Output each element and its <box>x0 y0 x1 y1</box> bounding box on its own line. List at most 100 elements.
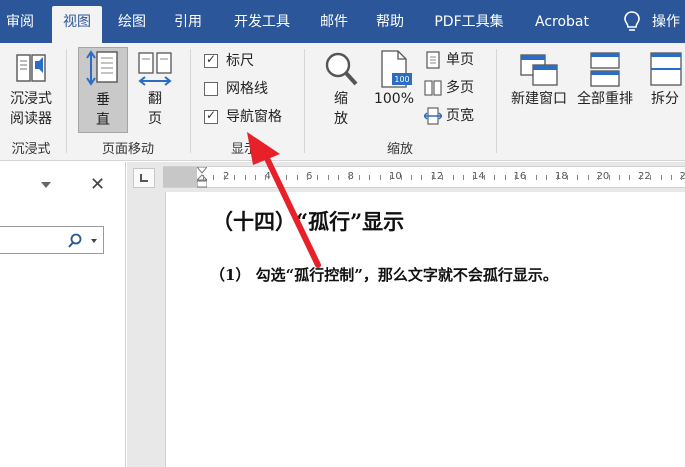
ruler-tick <box>390 175 392 180</box>
multiple-pages-button[interactable]: 多页 <box>424 77 484 99</box>
check-icon: ✓ <box>206 52 217 66</box>
horizontal-ruler[interactable]: 24681012141618202224 <box>163 166 685 188</box>
arrange-all-label: 全部重排 <box>577 91 633 107</box>
tab-mailings[interactable]: 邮件 <box>312 6 356 43</box>
vertical-button[interactable]: 垂 直 <box>78 47 128 133</box>
ruler-tick <box>598 175 600 180</box>
close-icon[interactable]: ✕ <box>90 176 105 194</box>
navigation-pane-checkbox-box[interactable]: ✓ <box>204 108 218 124</box>
ruler-tick <box>577 175 579 180</box>
new-window-label: 新建窗口 <box>511 91 567 107</box>
page-width-label: 页宽 <box>446 108 474 124</box>
ruler-tick <box>535 175 537 180</box>
ruler-tick <box>255 175 256 180</box>
pane-options-dropdown-icon[interactable] <box>40 180 52 190</box>
one-page-icon <box>426 51 440 69</box>
group-label-page-movement: 页面移动 <box>101 142 154 157</box>
split-button[interactable]: 拆分 <box>642 49 685 113</box>
one-page-button[interactable]: 单页 <box>424 49 484 71</box>
tab-draw[interactable]: 绘图 <box>112 6 152 43</box>
ruler-tick <box>275 175 277 180</box>
ribbon-view: 沉浸式 阅读器 沉浸式 垂 直 翻 页 页面移动 ✓ 标尺 网格线 ✓ 导航窗格… <box>0 43 685 161</box>
group-separator <box>66 49 67 153</box>
navigation-search-input[interactable] <box>0 226 104 254</box>
tab-review[interactable]: 审阅 <box>2 6 38 43</box>
vertical-label-1: 垂 <box>96 92 110 108</box>
document-paragraph: （1） 勾选“孤行控制”，那么文字就不会孤行显示。 <box>210 266 558 284</box>
tab-references[interactable]: 引用 <box>168 6 208 43</box>
tab-developer[interactable]: 开发工具 <box>224 6 300 43</box>
ruler-tick <box>421 175 423 180</box>
zoom-100-button[interactable]: 100 100% <box>368 49 420 113</box>
document-page[interactable]: （十四）“孤行”显示 （1） 勾选“孤行控制”，那么文字就不会孤行显示。 <box>165 192 685 467</box>
ruler-tick <box>639 175 641 180</box>
group-separator <box>190 49 191 153</box>
side-to-side-button[interactable]: 翻 页 <box>134 49 176 133</box>
ruler-tick <box>244 175 246 180</box>
ruler-tick <box>463 175 464 180</box>
zoom-100-label: 100% <box>373 91 415 107</box>
zoom-label-1: 缩 <box>334 91 348 107</box>
group-label-zoom: 缩放 <box>386 142 413 157</box>
new-window-button[interactable]: 新建窗口 <box>506 49 572 113</box>
ruler-tick <box>411 175 412 180</box>
ruler-tick <box>483 175 485 180</box>
arrange-all-icon <box>590 52 620 87</box>
immersive-reader-label-2: 阅读器 <box>10 111 52 127</box>
tab-view[interactable]: 视图 <box>52 6 102 43</box>
flip-page-label-2: 页 <box>148 111 162 127</box>
page-width-button[interactable]: 页宽 <box>424 105 484 127</box>
immersive-reader-label-1: 沉浸式 <box>10 91 52 107</box>
ruler-tick <box>379 175 381 180</box>
ruler-tick <box>587 175 589 180</box>
group-label-show: 显示 <box>230 142 257 157</box>
group-separator <box>304 49 305 153</box>
tell-me-label[interactable]: 操作 <box>652 6 685 43</box>
lightbulb-icon[interactable] <box>622 10 642 34</box>
ruler-tick <box>265 175 267 180</box>
ruler-tick <box>400 175 402 180</box>
group-separator <box>496 49 497 153</box>
tab-pdf-tools[interactable]: PDF工具集 <box>426 6 512 43</box>
ruler-tick <box>327 175 329 180</box>
split-icon <box>650 52 682 86</box>
ruler-tick <box>671 175 672 180</box>
navigation-pane-checkbox-label: 导航窗格 <box>226 109 282 125</box>
magnifier-icon <box>325 52 358 86</box>
tab-selector[interactable] <box>133 168 155 188</box>
tab-acrobat[interactable]: Acrobat <box>526 6 598 43</box>
ruler-tick <box>608 175 610 180</box>
ruler-tick <box>348 175 350 180</box>
tab-help[interactable]: 帮助 <box>368 6 412 43</box>
ruler-tick <box>494 175 496 180</box>
ribbon-tab-bar: 审阅 视图 绘图 引用 开发工具 邮件 帮助 PDF工具集 Acrobat 操作 <box>0 0 685 43</box>
ruler-tick <box>546 175 548 180</box>
ruler-tick <box>556 175 558 180</box>
ruler-tick <box>515 175 516 180</box>
ruler-left-margin <box>163 167 197 187</box>
gridlines-checkbox-box[interactable] <box>204 82 218 96</box>
indent-marker-icon[interactable] <box>197 167 207 189</box>
ruler-tick <box>504 175 506 180</box>
ruler-tick <box>307 175 308 180</box>
ruler-tick <box>203 175 204 180</box>
gridlines-checkbox-label: 网格线 <box>226 81 268 97</box>
ruler-tick <box>359 175 360 180</box>
page-width-icon <box>424 107 442 125</box>
document-heading: （十四）“孤行”显示 <box>212 209 405 234</box>
ruler-tick <box>650 175 652 180</box>
immersive-reader-button[interactable]: 沉浸式 阅读器 <box>4 49 58 133</box>
search-icon[interactable] <box>67 233 83 249</box>
ruler-tick <box>234 175 236 180</box>
ruler-tick <box>369 175 371 180</box>
chevron-down-icon[interactable] <box>91 239 97 244</box>
ruler-tick <box>619 175 620 180</box>
ruler-tick <box>473 175 475 180</box>
flip-page-label-1: 翻 <box>148 91 162 107</box>
ruler-tick <box>286 175 288 180</box>
new-window-icon <box>520 54 558 86</box>
ruler-tick <box>317 175 319 180</box>
ruler-checkbox-box[interactable]: ✓ <box>204 52 218 68</box>
arrange-all-button[interactable]: 全部重排 <box>572 49 638 113</box>
zoom-button[interactable]: 缩 放 <box>318 49 364 133</box>
